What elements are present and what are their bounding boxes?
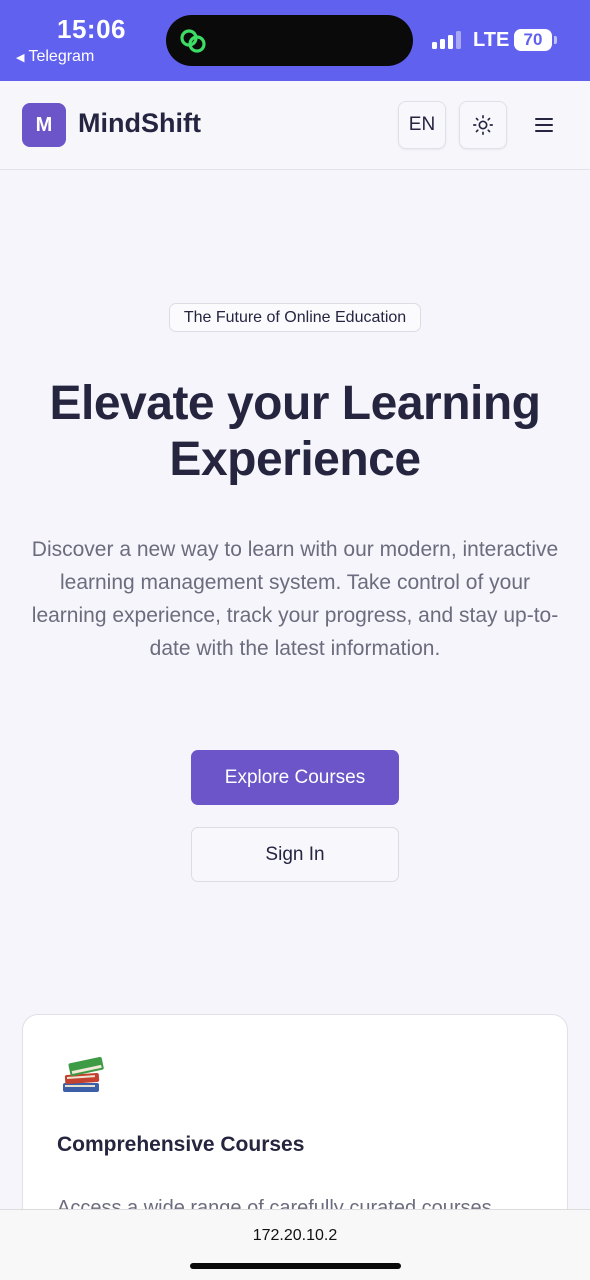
back-triangle-icon: ◀ bbox=[16, 51, 25, 64]
theme-toggle-button[interactable] bbox=[459, 101, 507, 149]
brand-name[interactable]: MindShift bbox=[78, 108, 201, 139]
hero-title: Elevate your Learning Experience bbox=[20, 376, 570, 488]
network-type: LTE bbox=[473, 29, 510, 51]
url-address[interactable]: 172.20.10.2 bbox=[0, 1227, 590, 1245]
sign-in-button[interactable]: Sign In bbox=[191, 827, 399, 882]
hamburger-icon bbox=[535, 118, 553, 132]
books-icon bbox=[63, 1056, 104, 1092]
language-button[interactable]: EN bbox=[398, 101, 446, 149]
hero-description: Discover a new way to learn with our mod… bbox=[31, 538, 559, 660]
logo[interactable]: M bbox=[22, 103, 66, 147]
logo-letter: M bbox=[35, 113, 53, 136]
menu-button[interactable] bbox=[528, 113, 560, 137]
language-label: EN bbox=[408, 114, 436, 135]
dynamic-island bbox=[166, 15, 413, 66]
feature-title: Comprehensive Courses bbox=[57, 1133, 305, 1156]
battery-icon: 70 bbox=[514, 29, 557, 51]
status-bar: 15:06 ◀ Telegram LTE 70 bbox=[0, 0, 590, 81]
signal-strength-icon bbox=[432, 31, 461, 49]
link-icon bbox=[180, 29, 206, 53]
hero-badge: The Future of Online Education bbox=[169, 303, 421, 332]
app-header: M MindShift EN bbox=[0, 81, 590, 170]
explore-courses-button[interactable]: Explore Courses bbox=[191, 750, 399, 805]
browser-bottom-bar: 172.20.10.2 bbox=[0, 1209, 590, 1280]
back-app-label: Telegram bbox=[28, 48, 95, 65]
sun-icon bbox=[473, 115, 493, 135]
hero-title-line2: Experience bbox=[169, 433, 421, 486]
home-indicator[interactable] bbox=[190, 1263, 401, 1269]
battery-level: 70 bbox=[523, 30, 543, 49]
status-time: 15:06 bbox=[57, 14, 126, 44]
hero-title-line1: Elevate your Learning bbox=[49, 377, 542, 430]
back-to-app-link[interactable]: ◀ Telegram bbox=[16, 48, 94, 66]
